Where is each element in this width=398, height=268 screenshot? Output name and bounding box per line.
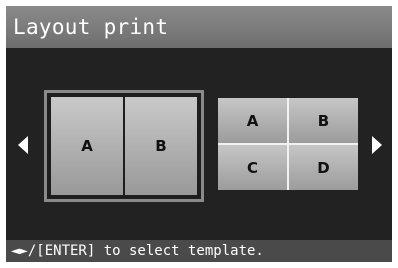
menu-title: Layout print bbox=[13, 15, 169, 39]
template-cell: C bbox=[218, 145, 287, 190]
left-arrow-icon[interactable] bbox=[18, 136, 28, 154]
hint-text: ◄►/[ENTER] to select template. bbox=[11, 243, 264, 259]
menu-title-bar: Layout print bbox=[6, 6, 392, 48]
right-arrow-icon[interactable] bbox=[372, 136, 382, 154]
template-4up[interactable]: A B C D bbox=[218, 98, 358, 190]
template-cell: B bbox=[289, 98, 358, 143]
template-2up[interactable]: A B bbox=[44, 90, 204, 202]
template-cell: D bbox=[289, 145, 358, 190]
template-cell: A bbox=[218, 98, 287, 143]
template-cell: B bbox=[125, 97, 197, 195]
template-cell: A bbox=[51, 97, 123, 195]
camera-screen: Layout print A B A B C D ◄►/[ENTER] to s… bbox=[6, 6, 392, 262]
hint-bar: ◄►/[ENTER] to select template. bbox=[6, 240, 392, 262]
